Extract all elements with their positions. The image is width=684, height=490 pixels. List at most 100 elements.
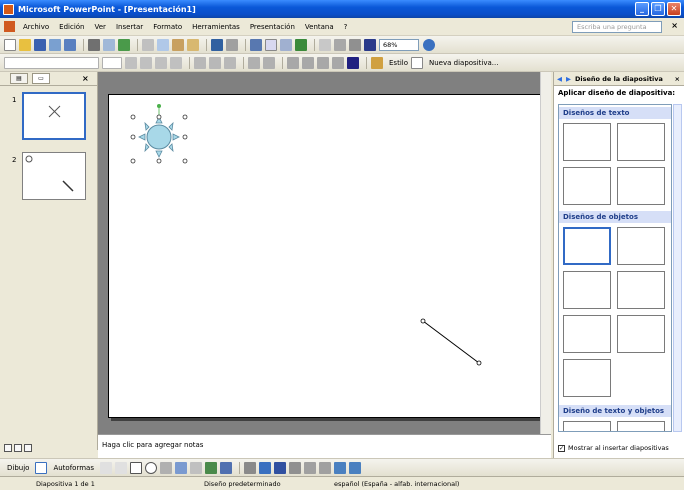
diagram-icon[interactable]	[189, 461, 202, 474]
email-icon[interactable]	[64, 38, 76, 51]
bold-icon[interactable]	[125, 56, 137, 69]
layout-title-four-content[interactable]	[617, 315, 665, 353]
pane-close-icon[interactable]: ×	[82, 74, 89, 83]
menu-herramientas[interactable]: Herramientas	[192, 23, 240, 31]
new-slide-label[interactable]: Nueva diapositiva...	[429, 59, 498, 67]
save-icon[interactable]	[34, 38, 46, 51]
slides-tab[interactable]: ▭	[32, 73, 50, 84]
layout-title-two-content[interactable]	[617, 271, 665, 309]
redo-icon[interactable]	[226, 38, 238, 51]
document-close-icon[interactable]: ×	[671, 21, 678, 30]
3d-style-icon[interactable]	[348, 461, 361, 474]
textbox-icon[interactable]	[159, 461, 172, 474]
layout-title[interactable]	[617, 123, 665, 161]
slideshow-view-button[interactable]	[24, 444, 32, 452]
layout-title-text[interactable]	[563, 167, 611, 205]
increase-indent-icon[interactable]	[332, 56, 344, 69]
paste-icon[interactable]	[172, 38, 184, 51]
minimize-button[interactable]: _	[635, 2, 649, 16]
hyperlink-icon[interactable]	[295, 38, 307, 51]
align-right-icon[interactable]	[224, 56, 236, 69]
menu-ver[interactable]: Ver	[95, 23, 106, 31]
format-painter-icon[interactable]	[187, 38, 199, 51]
align-left-icon[interactable]	[194, 56, 206, 69]
center-icon[interactable]	[209, 56, 221, 69]
line-shape[interactable]	[420, 318, 482, 366]
menu-presentacion[interactable]: Presentación	[250, 23, 295, 31]
arrow-icon[interactable]	[114, 461, 127, 474]
sorter-view-button[interactable]	[14, 444, 22, 452]
back-icon[interactable]: ◀	[557, 75, 562, 83]
bullets-icon[interactable]	[263, 56, 275, 69]
cut-icon[interactable]	[142, 38, 154, 51]
show-on-insert-option[interactable]: ✓ Mostrar al insertar diapositivas	[558, 444, 669, 452]
restore-button[interactable]: ❐	[651, 2, 665, 16]
permission-icon[interactable]	[49, 38, 61, 51]
layout-two-columns[interactable]	[617, 167, 665, 205]
underline-icon[interactable]	[155, 56, 167, 69]
italic-icon[interactable]	[140, 56, 152, 69]
select-objects-icon[interactable]	[35, 461, 48, 474]
slide-thumbnail-2[interactable]	[22, 152, 86, 200]
layout-title-content[interactable]	[563, 271, 611, 309]
expand-all-icon[interactable]	[319, 38, 331, 51]
sun-shape[interactable]	[130, 104, 188, 164]
rotation-handle-icon[interactable]	[157, 104, 161, 108]
line-color-icon[interactable]	[258, 461, 271, 474]
layout-title-only[interactable]	[563, 123, 611, 161]
menu-help[interactable]: ?	[344, 23, 348, 31]
notes-pane[interactable]: Haga clic para agregar notas	[98, 434, 551, 458]
menu-edicion[interactable]: Edición	[59, 23, 84, 31]
draw-menu[interactable]: Dibujo	[7, 464, 29, 472]
preview-icon[interactable]	[103, 38, 115, 51]
menu-insertar[interactable]: Insertar	[116, 23, 143, 31]
help-icon[interactable]	[423, 38, 435, 51]
font-size-select[interactable]	[102, 56, 122, 69]
normal-view-button[interactable]	[4, 444, 12, 452]
picture-icon[interactable]	[219, 461, 232, 474]
powerpoint-app-icon[interactable]	[3, 3, 14, 15]
design-label[interactable]: Estilo	[389, 59, 408, 67]
tables-borders-icon[interactable]	[280, 38, 292, 51]
forward-icon[interactable]: ▶	[566, 75, 571, 83]
grid-icon[interactable]	[349, 38, 361, 51]
arrow-style-icon[interactable]	[318, 461, 331, 474]
table-icon[interactable]	[265, 38, 277, 51]
chart-icon[interactable]	[250, 38, 262, 51]
menu-formato[interactable]: Formato	[153, 23, 182, 31]
line-style-icon[interactable]	[288, 461, 301, 474]
menu-archivo[interactable]: Archivo	[23, 23, 49, 31]
design-icon[interactable]	[371, 56, 383, 69]
vertical-scrollbar[interactable]	[540, 72, 551, 434]
menu-ventana[interactable]: Ventana	[305, 23, 334, 31]
outline-tab[interactable]: ▤	[10, 73, 28, 84]
fill-color-icon[interactable]	[243, 461, 256, 474]
new-icon[interactable]	[4, 38, 16, 51]
close-button[interactable]: ✕	[667, 2, 681, 16]
numbering-icon[interactable]	[248, 56, 260, 69]
oval-icon[interactable]	[144, 461, 157, 474]
decrease-indent-icon[interactable]	[317, 56, 329, 69]
shadow-style-icon[interactable]	[333, 461, 346, 474]
color-grayscale-icon[interactable]	[364, 38, 376, 51]
autoshapes-menu[interactable]: Autoformas	[53, 464, 94, 472]
increase-font-icon[interactable]	[287, 56, 299, 69]
help-search-input[interactable]: Escriba una pregunta	[572, 21, 662, 33]
line-icon[interactable]	[99, 461, 112, 474]
font-select[interactable]	[4, 56, 99, 69]
layout-title-content-over[interactable]	[563, 315, 611, 353]
font-color-draw-icon[interactable]	[273, 461, 286, 474]
open-icon[interactable]	[19, 38, 31, 51]
layout-four-content[interactable]	[563, 359, 611, 397]
rectangle-icon[interactable]	[129, 461, 142, 474]
shadow-icon[interactable]	[170, 56, 182, 69]
new-slide-icon[interactable]	[411, 56, 423, 69]
copy-icon[interactable]	[157, 38, 169, 51]
show-formatting-icon[interactable]	[334, 38, 346, 51]
task-pane-scrollbar[interactable]	[673, 104, 682, 432]
document-icon[interactable]	[4, 21, 15, 32]
decrease-font-icon[interactable]	[302, 56, 314, 69]
print-icon[interactable]	[88, 38, 100, 51]
undo-icon[interactable]	[211, 38, 223, 51]
font-color-icon[interactable]	[347, 56, 359, 69]
